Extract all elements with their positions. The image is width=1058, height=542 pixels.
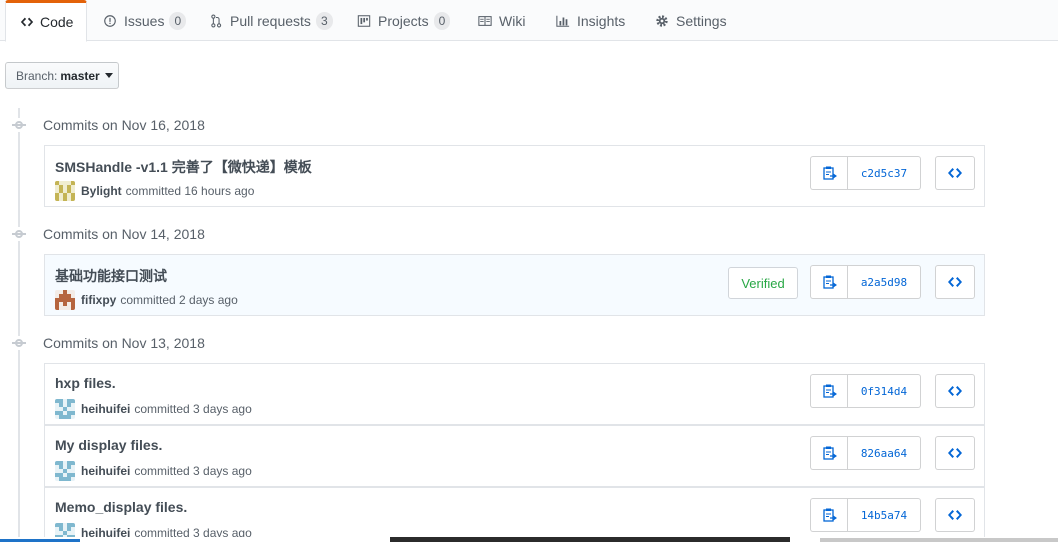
- clippy-icon: [823, 166, 837, 180]
- commit-sha-link[interactable]: 0f314d4: [848, 374, 921, 408]
- projects-counter: 0: [433, 11, 451, 30]
- commit-meta: fifixpy committed 2 days ago: [55, 290, 238, 310]
- sha-button-group: 826aa64: [810, 436, 921, 470]
- tab-code[interactable]: Code: [5, 0, 87, 42]
- commit-row: 基础功能接口测试 fifixpy committed 2 days ago Ve…: [44, 254, 985, 316]
- commit-group-icon: [12, 118, 26, 132]
- graph-icon: [555, 13, 571, 29]
- commit-meta: heihuifei committed 3 days ago: [55, 399, 252, 419]
- code-icon: [948, 510, 962, 520]
- commit-time: committed 16 hours ago: [125, 184, 255, 198]
- tab-projects[interactable]: Projects 0: [342, 0, 464, 41]
- commit-time: committed 2 days ago: [120, 293, 238, 307]
- issues-counter: 0: [169, 11, 187, 30]
- sha-button-group: 14b5a74: [810, 498, 921, 532]
- commit-row: hxp files. heihuifei committed 3 days ag…: [44, 363, 985, 425]
- tab-settings[interactable]: Settings: [640, 0, 741, 41]
- commit-row: SMSHandle -v1.1 完善了【微快递】模板 Bylight commi…: [44, 145, 985, 207]
- code-icon: [20, 14, 34, 30]
- commit-author-link[interactable]: heihuifei: [81, 402, 130, 416]
- taskbar-segment: [390, 537, 790, 542]
- code-icon: [948, 386, 962, 396]
- browse-files-button[interactable]: [935, 498, 975, 532]
- commit-message-link[interactable]: Memo_display files.: [55, 499, 187, 515]
- commit-row: My display files. heihuifei committed 3 …: [44, 425, 985, 487]
- commit-sha-link[interactable]: c2d5c37: [848, 156, 921, 190]
- clippy-icon: [823, 446, 837, 460]
- pull-requests-counter: 3: [315, 11, 333, 30]
- commit-group-title: Commits on Nov 16, 2018: [43, 117, 205, 133]
- gear-icon: [654, 13, 670, 29]
- tab-label: Code: [40, 14, 74, 30]
- branch-prefix: Branch:: [16, 68, 58, 83]
- commit-meta: heihuifei committed 3 days ago: [55, 461, 252, 481]
- taskbar-segment: [820, 538, 1058, 542]
- sha-button-group: a2a5d98: [810, 265, 921, 299]
- git-pull-request-icon: [208, 13, 224, 29]
- avatar[interactable]: [55, 399, 75, 419]
- tab-label: Pull requests: [230, 12, 311, 29]
- commit-group-icon: [12, 227, 26, 241]
- tab-label: Wiki: [499, 12, 526, 29]
- browse-files-button[interactable]: [935, 156, 975, 190]
- copy-sha-button[interactable]: [810, 265, 848, 299]
- repo-tabnav: Code Issues 0 Pull requests 3 Projects 0…: [0, 0, 1058, 42]
- caret-down-icon: [104, 73, 113, 78]
- sha-button-group: 0f314d4: [810, 374, 921, 408]
- avatar[interactable]: [55, 181, 75, 201]
- browse-files-button[interactable]: [935, 436, 975, 470]
- copy-sha-button[interactable]: [810, 156, 848, 190]
- branch-name: master: [60, 68, 100, 83]
- copy-sha-button[interactable]: [810, 498, 848, 532]
- tab-label: Projects: [378, 12, 429, 29]
- browse-files-button[interactable]: [935, 374, 975, 408]
- browse-files-button[interactable]: [935, 265, 975, 299]
- project-icon: [356, 13, 372, 29]
- copy-sha-button[interactable]: [810, 374, 848, 408]
- commit-group-title: Commits on Nov 13, 2018: [43, 335, 205, 351]
- avatar[interactable]: [55, 461, 75, 481]
- branch-select-button[interactable]: Branch: master: [5, 62, 119, 89]
- tab-issues[interactable]: Issues 0: [88, 0, 200, 41]
- commit-meta: Bylight committed 16 hours ago: [55, 181, 254, 201]
- tab-label: Settings: [676, 12, 727, 29]
- commit-author-link[interactable]: fifixpy: [81, 293, 116, 307]
- commit-group-title: Commits on Nov 14, 2018: [43, 226, 205, 242]
- tab-pull-requests[interactable]: Pull requests 3: [194, 0, 347, 41]
- code-icon: [948, 277, 962, 287]
- sha-button-group: c2d5c37: [810, 156, 921, 190]
- os-taskbar-edge: [0, 537, 1058, 542]
- code-icon: [948, 168, 962, 178]
- tab-label: Insights: [577, 12, 626, 29]
- commit-sha-link[interactable]: 826aa64: [848, 436, 921, 470]
- commit-sha-link[interactable]: a2a5d98: [848, 265, 921, 299]
- commit-message-link[interactable]: SMSHandle -v1.1 完善了【微快递】模板: [55, 157, 312, 177]
- timeline-line: [18, 108, 20, 542]
- commit-time: committed 3 days ago: [134, 402, 252, 416]
- commit-time: committed 3 days ago: [134, 464, 252, 478]
- commit-group-icon: [12, 336, 26, 350]
- clippy-icon: [823, 508, 837, 522]
- avatar[interactable]: [55, 290, 75, 310]
- code-icon: [948, 448, 962, 458]
- commit-author-link[interactable]: Bylight: [81, 184, 122, 198]
- book-icon: [477, 13, 493, 29]
- issue-opened-icon: [102, 13, 118, 29]
- tab-label: Issues: [124, 12, 165, 29]
- clippy-icon: [823, 275, 837, 289]
- commit-author-link[interactable]: heihuifei: [81, 464, 130, 478]
- commit-message-link[interactable]: 基础功能接口测试: [55, 266, 167, 286]
- commit-sha-link[interactable]: 14b5a74: [848, 498, 921, 532]
- commit-row: Memo_display files. heihuifei committed …: [44, 487, 985, 542]
- commit-message-link[interactable]: My display files.: [55, 437, 162, 453]
- copy-sha-button[interactable]: [810, 436, 848, 470]
- clippy-icon: [823, 384, 837, 398]
- commit-message-link[interactable]: hxp files.: [55, 375, 116, 391]
- tab-wiki[interactable]: Wiki: [463, 0, 539, 41]
- verified-badge[interactable]: Verified: [728, 267, 798, 299]
- tab-insights[interactable]: Insights: [541, 0, 639, 41]
